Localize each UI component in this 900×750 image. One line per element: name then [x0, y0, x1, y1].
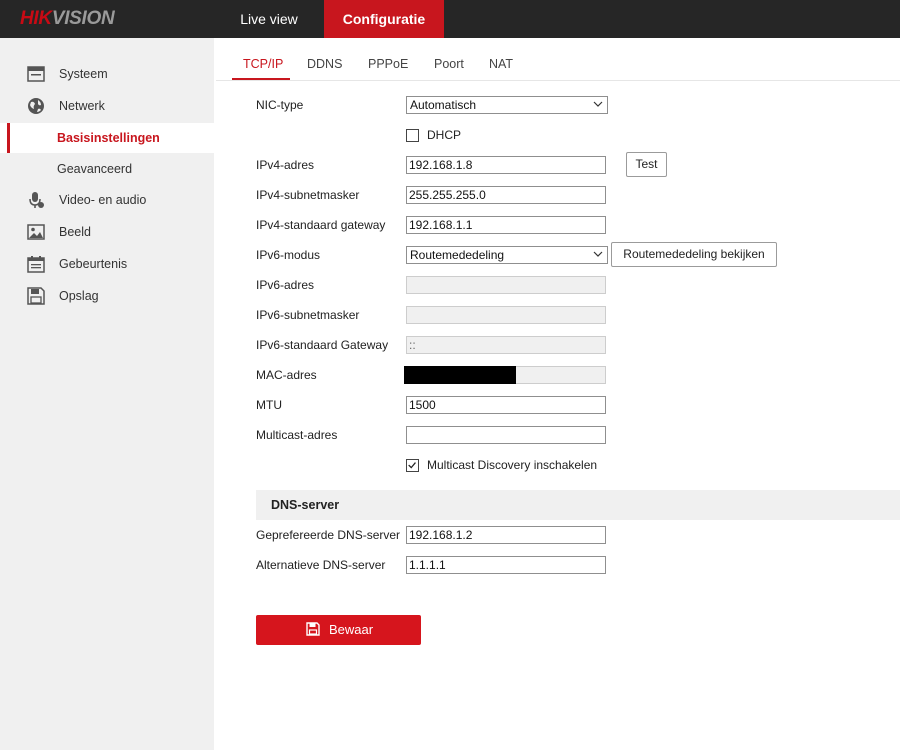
sidebar-item-label: Systeem — [59, 67, 108, 81]
dns-section-header: DNS-server — [256, 490, 900, 520]
sidebar-item-geavanceerd[interactable]: Geavanceerd — [0, 154, 214, 184]
sidebar: Systeem Netwerk Basisinstellingen Geavan… — [0, 38, 214, 750]
sidebar-item-label: Video- en audio — [59, 193, 147, 207]
active-tab-indicator — [232, 78, 290, 80]
tab-divider — [216, 80, 900, 81]
ipv6-subnet-label: IPv6-subnetmasker — [256, 308, 360, 322]
multicast-discovery-checkbox[interactable] — [406, 459, 419, 472]
ipv4-gateway-input[interactable]: 192.168.1.1 — [406, 216, 606, 234]
sidebar-item-netwerk[interactable]: Netwerk — [0, 91, 214, 121]
system-icon — [27, 66, 45, 82]
sidebar-item-gebeurtenis[interactable]: Gebeurtenis — [0, 249, 214, 279]
microphone-icon — [29, 192, 44, 208]
ipv6-subnet-input — [406, 306, 606, 324]
nav-configuratie[interactable]: Configuratie — [324, 0, 444, 38]
sidebar-item-label: Opslag — [59, 289, 99, 303]
image-icon — [27, 224, 45, 240]
tab-nat[interactable]: NAT — [489, 57, 513, 71]
ipv4-address-input[interactable]: 192.168.1.8 — [406, 156, 606, 174]
nic-type-value: Automatisch — [410, 98, 477, 112]
dhcp-checkbox[interactable] — [406, 129, 419, 142]
multicast-address-label: Multicast-adres — [256, 428, 338, 442]
sidebar-item-video-audio[interactable]: Video- en audio — [0, 185, 214, 215]
route-advertisement-button[interactable]: Routemededeling bekijken — [611, 242, 777, 267]
mac-address-label: MAC-adres — [256, 368, 317, 382]
ipv6-gateway-input: :: — [406, 336, 606, 354]
tab-ddns[interactable]: DDNS — [307, 57, 342, 71]
ipv6-mode-value: Routemededeling — [410, 248, 505, 262]
save-button-label: Bewaar — [329, 622, 374, 637]
dhcp-label: DHCP — [427, 128, 462, 142]
dns-section-title: DNS-server — [271, 498, 340, 512]
nic-type-select[interactable]: Automatisch — [406, 96, 608, 114]
sidebar-item-systeem[interactable]: Systeem — [0, 59, 214, 89]
globe-icon — [28, 98, 44, 114]
multicast-address-input[interactable] — [406, 426, 606, 444]
sidebar-item-basisinstellingen[interactable]: Basisinstellingen — [0, 123, 214, 153]
multicast-discovery-label: Multicast Discovery inschakelen — [427, 458, 598, 472]
storage-icon — [27, 287, 45, 305]
ipv4-subnet-label: IPv4-subnetmasker — [256, 188, 360, 202]
ipv4-subnet-input[interactable]: 255.255.255.0 — [406, 186, 606, 204]
calendar-icon — [27, 256, 45, 273]
mtu-label: MTU — [256, 398, 282, 412]
ipv6-mode-select[interactable]: Routemededeling — [406, 246, 608, 264]
tab-pppoe[interactable]: PPPoE — [368, 57, 408, 71]
preferred-dns-label: Geprefereerde DNS-server — [256, 528, 401, 542]
alternate-dns-input[interactable]: 1.1.1.1 — [406, 556, 606, 574]
alternate-dns-label: Alternatieve DNS-server — [256, 558, 386, 572]
sidebar-item-opslag[interactable]: Opslag — [0, 281, 214, 311]
checkmark-icon — [408, 462, 416, 469]
nav-live-view[interactable]: Live view — [214, 0, 324, 38]
ipv6-address-label: IPv6-adres — [256, 278, 315, 292]
chevron-down-icon — [593, 251, 603, 257]
ipv4-address-label: IPv4-adres — [256, 158, 315, 172]
sidebar-item-label: Netwerk — [59, 99, 105, 113]
tab-poort[interactable]: Poort — [434, 57, 464, 71]
sidebar-item-label: Gebeurtenis — [59, 257, 128, 271]
hikvision-logo: HIKVISION — [20, 8, 115, 29]
nic-type-label: NIC-type — [256, 98, 304, 112]
ipv6-gateway-label: IPv6-standaard Gateway — [256, 338, 389, 352]
save-icon — [306, 622, 320, 636]
sidebar-item-label: Geavanceerd — [57, 162, 133, 176]
preferred-dns-input[interactable]: 192.168.1.2 — [406, 526, 606, 544]
test-button[interactable]: Test — [626, 152, 667, 177]
mac-redaction — [404, 366, 516, 384]
ipv4-gateway-label: IPv4-standaard gateway — [256, 218, 386, 232]
chevron-down-icon — [593, 101, 603, 107]
sidebar-item-beeld[interactable]: Beeld — [0, 217, 214, 247]
tab-tcp-ip[interactable]: TCP/IP — [243, 57, 283, 71]
sidebar-item-label: Beeld — [59, 225, 91, 239]
mtu-input[interactable]: 1500 — [406, 396, 606, 414]
sidebar-item-label: Basisinstellingen — [57, 131, 160, 145]
ipv6-address-input — [406, 276, 606, 294]
ipv6-mode-label: IPv6-modus — [256, 248, 321, 262]
save-button[interactable]: Bewaar — [256, 615, 421, 645]
top-bar: HIKVISION Live view Configuratie — [0, 0, 900, 38]
